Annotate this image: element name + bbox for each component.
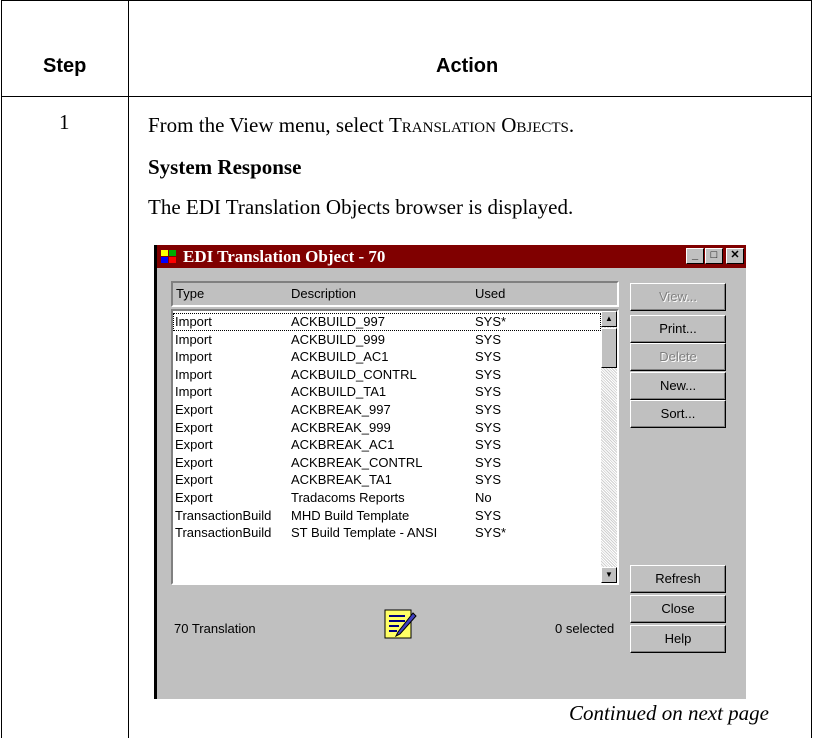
list-item-used: SYS bbox=[475, 349, 502, 365]
list-item[interactable]: Export ACKBREAK_CONTRL SYS bbox=[173, 454, 601, 472]
status-count: 70 Translation bbox=[174, 621, 256, 636]
list-item-type: Import bbox=[175, 349, 212, 365]
list-item-description: ACKBUILD_TA1 bbox=[291, 384, 387, 400]
response-heading: System Response bbox=[148, 155, 302, 179]
list-item-used: SYS bbox=[475, 437, 502, 453]
table-border-left bbox=[1, 0, 2, 738]
list-item[interactable]: Export ACKBREAK_997 SYS bbox=[173, 401, 601, 419]
list-item-description: ST Build Template - ANSI bbox=[291, 525, 438, 541]
minimize-icon[interactable]: _ bbox=[686, 248, 704, 264]
list-item-type: Export bbox=[175, 454, 213, 470]
close-icon[interactable]: ✕ bbox=[726, 248, 744, 264]
list-item-type: Export bbox=[175, 437, 213, 453]
close-button[interactable]: Close bbox=[630, 595, 726, 623]
column-header-type[interactable]: Type bbox=[176, 286, 204, 301]
list-item[interactable]: Import ACKBUILD_CONTRL SYS bbox=[173, 366, 601, 384]
column-header-used[interactable]: Used bbox=[475, 286, 505, 301]
list-item-type: Import bbox=[175, 366, 212, 382]
list-item-description: ACKBUILD_AC1 bbox=[291, 349, 389, 365]
app-icon bbox=[161, 249, 179, 264]
new-button[interactable]: New... bbox=[630, 372, 726, 400]
window-title: EDI Translation Object - 70 bbox=[183, 246, 386, 266]
list-item-type: Export bbox=[175, 472, 213, 488]
list-item-description: ACKBUILD_997 bbox=[291, 314, 385, 329]
list-item-used: SYS* bbox=[475, 314, 507, 329]
list-item[interactable]: Export ACKBREAK_999 SYS bbox=[173, 419, 601, 437]
table-border-top bbox=[1, 0, 812, 1]
instruction-prefix: From the View menu, select bbox=[148, 113, 389, 137]
list-item-description: ACKBUILD_999 bbox=[291, 331, 385, 347]
help-button[interactable]: Help bbox=[630, 625, 726, 653]
list-item-description: ACKBREAK_CONTRL bbox=[291, 454, 423, 470]
list-item[interactable]: Import ACKBUILD_997 SYS* bbox=[173, 313, 601, 331]
scroll-down-icon[interactable]: ▼ bbox=[601, 567, 617, 583]
list-item-description: ACKBUILD_CONTRL bbox=[291, 366, 417, 382]
column-header-description[interactable]: Description bbox=[291, 286, 356, 301]
list-item[interactable]: Import ACKBUILD_TA1 SYS bbox=[173, 383, 601, 401]
list-item-used: SYS bbox=[475, 507, 502, 523]
list-item-description: ACKBREAK_TA1 bbox=[291, 472, 392, 488]
view-button[interactable]: View... bbox=[630, 283, 726, 311]
list-item-type: Import bbox=[175, 314, 212, 329]
list-item-used: SYS bbox=[475, 419, 502, 435]
list-item-used: SYS bbox=[475, 402, 502, 417]
continued-note: Continued on next page bbox=[568, 701, 769, 725]
list-item-type: Export bbox=[175, 419, 213, 435]
delete-button[interactable]: Delete bbox=[630, 343, 726, 371]
list-item[interactable]: TransactionBuild MHD Build Template SYS bbox=[173, 507, 601, 525]
sort-button[interactable]: Sort... bbox=[630, 400, 726, 428]
header-step: Step bbox=[43, 55, 87, 77]
scroll-thumb[interactable] bbox=[601, 328, 617, 368]
list-item-type: TransactionBuild bbox=[175, 507, 272, 523]
table-border-right bbox=[811, 0, 812, 738]
status-selected: 0 selected bbox=[555, 621, 615, 636]
maximize-icon[interactable]: □ bbox=[705, 248, 723, 264]
table-column-divider bbox=[128, 0, 129, 738]
list-item-type: TransactionBuild bbox=[175, 525, 272, 541]
list-item-description: ACKBREAK_997 bbox=[291, 402, 391, 417]
list-item-used: SYS bbox=[475, 384, 502, 400]
list-item-description: Tradacoms Reports bbox=[291, 490, 405, 505]
refresh-button[interactable]: Refresh bbox=[630, 565, 726, 593]
list-item-type: Export bbox=[175, 490, 213, 505]
table-header-divider bbox=[1, 96, 812, 97]
document-edit-icon[interactable] bbox=[383, 607, 417, 641]
window-title-bar[interactable]: EDI Translation Object - 70 _ □ ✕ bbox=[157, 245, 746, 268]
list-item[interactable]: Import ACKBUILD_AC1 SYS bbox=[173, 348, 601, 366]
instruction-target: Translation Objects bbox=[388, 113, 569, 137]
list-item-description: MHD Build Template bbox=[291, 507, 410, 523]
list-item-used: SYS* bbox=[475, 525, 507, 541]
list-item-used: SYS bbox=[475, 331, 502, 347]
print-button[interactable]: Print... bbox=[630, 315, 726, 343]
list-item-used: SYS bbox=[475, 472, 502, 488]
list-item-type: Export bbox=[175, 402, 213, 417]
list-item-used: No bbox=[475, 490, 492, 505]
header-action: Action bbox=[436, 55, 499, 77]
list-item[interactable]: Export Tradacoms Reports No bbox=[173, 489, 601, 507]
list-item[interactable]: Import ACKBUILD_999 SYS bbox=[173, 331, 601, 349]
list-item[interactable]: Export ACKBREAK_AC1 SYS bbox=[173, 436, 601, 454]
list-scrollbar[interactable]: ▲ ▼ bbox=[601, 311, 617, 583]
step-number: 1 bbox=[59, 110, 70, 134]
list-item-used: SYS bbox=[475, 366, 502, 382]
instruction-suffix: . bbox=[568, 113, 575, 137]
instruction-text: From the View menu, select Translation O… bbox=[148, 113, 574, 138]
scroll-up-icon[interactable]: ▲ bbox=[601, 311, 617, 327]
list-header: Type Description Used bbox=[171, 281, 619, 307]
response-text: The EDI Translation Objects browser is d… bbox=[148, 195, 574, 219]
list-item[interactable]: TransactionBuild ST Build Template - ANSI… bbox=[173, 524, 601, 542]
list-item-type: Import bbox=[175, 384, 212, 400]
list-item-description: ACKBREAK_999 bbox=[291, 419, 391, 435]
translation-list[interactable]: Import ACKBUILD_997 SYS* Import ACKBUILD_999… bbox=[171, 309, 619, 585]
list-item-description: ACKBREAK_AC1 bbox=[291, 437, 395, 453]
translation-object-window: EDI Translation Object - 70 _ □ ✕ Type D… bbox=[154, 245, 746, 699]
list-item[interactable]: Export ACKBREAK_TA1 SYS bbox=[173, 471, 601, 489]
list-item-used: SYS bbox=[475, 454, 502, 470]
list-item-type: Import bbox=[175, 331, 212, 347]
window-left-edge bbox=[154, 245, 157, 699]
